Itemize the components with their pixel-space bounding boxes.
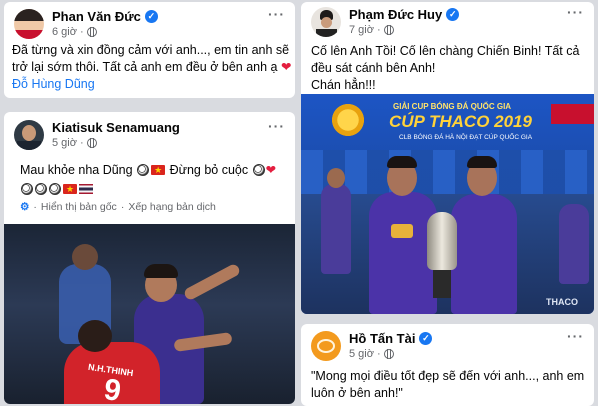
post-time[interactable]: 5 giờ bbox=[349, 348, 374, 360]
banner-big-text: CÚP THACO 2019 bbox=[389, 112, 532, 131]
sponsor-text: THACO bbox=[546, 297, 578, 307]
post-text: Đã từng và xin đồng cảm với anh..., em t… bbox=[12, 43, 292, 93]
avatar[interactable] bbox=[14, 120, 44, 150]
banner-sub-text: CLB BÓNG ĐÁ HÀ NỘI ĐẠT CÚP QUỐC GIA bbox=[399, 134, 533, 141]
public-globe-icon bbox=[383, 349, 394, 359]
post-photo[interactable]: GIẢI CUP BÓNG ĐÁ QUỐC GIA CÚP THACO 2019… bbox=[301, 94, 594, 314]
soccer-ball-icon bbox=[21, 183, 33, 195]
avatar[interactable] bbox=[14, 9, 44, 39]
show-original-link[interactable]: Hiển thị bản gốc bbox=[41, 201, 117, 213]
soccer-ball-icon bbox=[49, 183, 61, 195]
avatar[interactable] bbox=[311, 331, 341, 361]
public-globe-icon bbox=[86, 27, 97, 37]
post-photo[interactable]: N.H.THINH 9 bbox=[4, 224, 295, 404]
player-right bbox=[451, 194, 517, 314]
red-heart-icon: ❤ bbox=[265, 163, 277, 177]
post-card-ho-tan-tai: Hồ Tấn Tài ✓ 5 giờ · ··· "Mong mọi điều … bbox=[301, 324, 594, 406]
tagged-user-link[interactable]: Đỗ Hùng Dũng bbox=[12, 76, 292, 93]
post-card-phan-van-duc: Phan Văn Đức ✓ 6 giờ · ··· Đã từng và xi… bbox=[4, 2, 295, 98]
verified-badge-icon: ✓ bbox=[446, 8, 460, 21]
post-header: Hồ Tấn Tài ✓ 5 giờ · bbox=[311, 331, 433, 361]
more-options-button[interactable]: ··· bbox=[567, 4, 584, 20]
trophy bbox=[427, 212, 457, 270]
verified-badge-icon: ✓ bbox=[144, 10, 158, 23]
author-name[interactable]: Phan Văn Đức bbox=[52, 9, 141, 24]
post-time[interactable]: 6 giờ bbox=[52, 26, 77, 38]
avatar[interactable] bbox=[311, 7, 341, 37]
post-header: Kiatisuk Senamuang 5 giờ · bbox=[14, 120, 180, 150]
post-text: "Mong mọi điều tốt đẹp sẽ đến với anh...… bbox=[311, 369, 585, 400]
author-name[interactable]: Phạm Đức Huy bbox=[349, 7, 442, 22]
thailand-flag-icon bbox=[79, 184, 93, 194]
post-text: Mau khỏe nha Dũng Đừng bỏ cuộc ❤ bbox=[20, 162, 290, 198]
translation-bar: ⚙ · Hiển thị bản gốc · Xếp hạng bản dịch bbox=[20, 201, 216, 213]
red-heart-icon: ❤ bbox=[280, 60, 292, 74]
soccer-ball-icon bbox=[137, 164, 150, 176]
post-time[interactable]: 7 giờ bbox=[349, 24, 374, 36]
post-text: Cố lên Anh Tồi! Cố lên chàng Chiến Binh!… bbox=[311, 44, 580, 92]
post-header: Phạm Đức Huy ✓ 7 giờ · bbox=[311, 7, 460, 37]
more-options-button[interactable]: ··· bbox=[268, 118, 285, 134]
more-options-button[interactable]: ··· bbox=[567, 328, 584, 344]
public-globe-icon bbox=[383, 25, 394, 35]
soccer-ball-icon bbox=[252, 164, 265, 176]
author-name[interactable]: Hồ Tấn Tài bbox=[349, 331, 415, 346]
post-header: Phan Văn Đức ✓ 6 giờ · bbox=[14, 9, 158, 39]
more-options-button[interactable]: ··· bbox=[268, 6, 285, 22]
rate-translation-link[interactable]: Xếp hạng bản dịch bbox=[128, 201, 216, 213]
verified-badge-icon: ✓ bbox=[419, 332, 433, 345]
banner-small-text: GIẢI CUP BÓNG ĐÁ QUỐC GIA bbox=[393, 102, 512, 111]
soccer-ball-icon bbox=[35, 183, 47, 195]
author-name[interactable]: Kiatisuk Senamuang bbox=[52, 120, 180, 135]
public-globe-icon bbox=[86, 138, 97, 148]
vietnam-flag-icon bbox=[151, 162, 166, 179]
translate-gear-icon[interactable]: ⚙ bbox=[20, 201, 29, 213]
post-card-kiatisuk-senamuang: Kiatisuk Senamuang 5 giờ · ··· Mau khỏe … bbox=[4, 112, 295, 404]
post-time[interactable]: 5 giờ bbox=[52, 137, 77, 149]
vietnam-flag-icon bbox=[63, 181, 77, 198]
post-card-pham-duc-huy: Phạm Đức Huy ✓ 7 giờ · ··· Cố lên Anh Tồ… bbox=[301, 2, 594, 314]
